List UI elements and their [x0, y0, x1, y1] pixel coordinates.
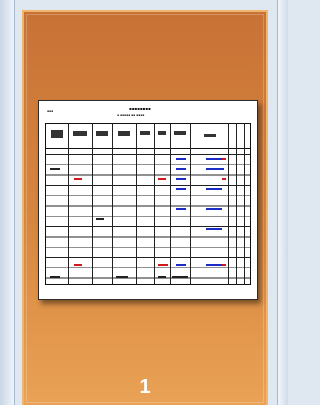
col-divider	[112, 124, 113, 284]
slide-number-label: 1	[139, 376, 151, 398]
col-divider	[190, 124, 191, 284]
data-mark	[206, 208, 222, 210]
data-mark	[96, 218, 104, 220]
page-title-mark: ▪▪▪▪▪▪▪▪	[129, 106, 151, 111]
data-mark	[176, 188, 186, 190]
data-mark	[206, 188, 222, 190]
data-mark	[50, 276, 60, 278]
data-mark	[206, 264, 222, 266]
header-glyph	[96, 131, 108, 136]
data-mark	[172, 276, 188, 278]
slide-thumbnail-selected[interactable]: ▪▪▪ ▪▪▪▪▪▪▪▪ ▪ ▪▪▪▪▪ ▪▪ ▪▪▪▪ 1	[22, 10, 268, 405]
col-divider	[244, 124, 245, 284]
col-divider	[170, 124, 171, 284]
data-mark	[222, 264, 226, 266]
col-divider	[236, 124, 237, 284]
data-mark	[158, 264, 168, 266]
col-divider	[136, 124, 137, 284]
data-mark	[74, 264, 82, 266]
page-preview: ▪▪▪ ▪▪▪▪▪▪▪▪ ▪ ▪▪▪▪▪ ▪▪ ▪▪▪▪	[38, 100, 258, 300]
data-mark	[222, 178, 226, 180]
header-glyph	[174, 131, 186, 135]
table-header-row	[46, 124, 250, 149]
header-glyph	[73, 131, 87, 136]
left-scrollbar-area	[0, 0, 15, 405]
data-mark	[50, 168, 60, 170]
col-divider	[92, 124, 93, 284]
data-mark	[158, 276, 166, 278]
data-mark	[176, 158, 186, 160]
data-mark	[158, 178, 166, 180]
data-mark	[116, 276, 128, 278]
header-glyph	[118, 131, 130, 136]
data-mark	[206, 228, 222, 230]
header-glyph	[140, 131, 150, 135]
data-mark	[176, 178, 186, 180]
data-mark	[222, 158, 226, 160]
col-divider	[68, 124, 69, 284]
page-header-left-mark: ▪▪▪	[47, 109, 54, 113]
data-mark	[176, 208, 186, 210]
right-scrollbar-area[interactable]	[277, 0, 288, 405]
data-mark	[206, 158, 222, 160]
col-divider	[228, 124, 229, 284]
header-glyph	[158, 131, 166, 135]
data-mark	[74, 178, 82, 180]
data-mark	[206, 168, 224, 170]
page-subtitle-mark: ▪ ▪▪▪▪▪ ▪▪ ▪▪▪▪	[117, 113, 145, 117]
table-grid	[45, 123, 251, 285]
header-glyph	[51, 130, 63, 138]
data-mark	[176, 168, 186, 170]
header-glyph	[204, 134, 216, 137]
data-mark	[176, 264, 186, 266]
col-divider	[154, 124, 155, 284]
